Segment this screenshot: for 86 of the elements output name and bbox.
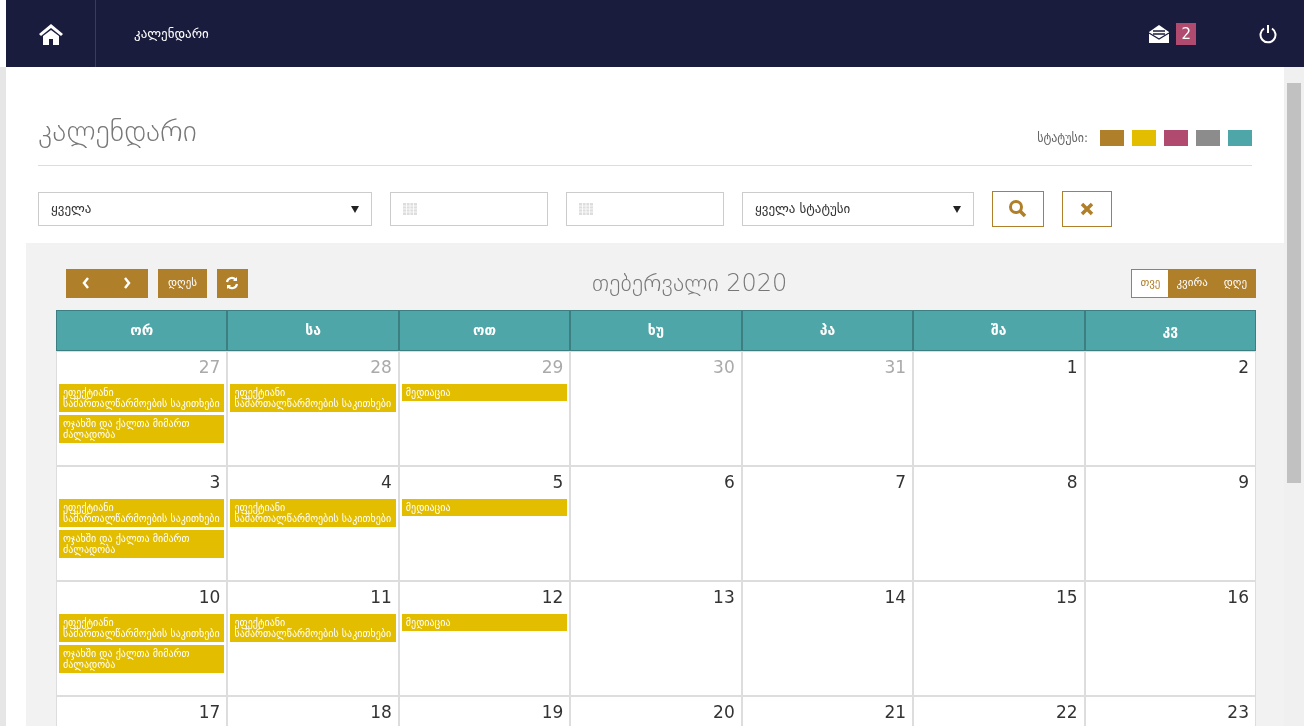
view-tab[interactable]: დღე — [1215, 269, 1255, 297]
calendar-icon — [579, 203, 593, 215]
day-number: 14 — [884, 586, 908, 609]
day-number: 12 — [541, 586, 565, 609]
day-number: 29 — [541, 356, 565, 379]
day-cell[interactable]: 15 — [913, 581, 1085, 696]
day-cell[interactable]: 5 მედიაცია — [398, 466, 571, 581]
day-number: 9 — [1238, 471, 1250, 494]
day-number: 11 — [370, 586, 393, 609]
day-cell[interactable]: 1 — [913, 351, 1085, 466]
dropdown-arrow-icon — [953, 205, 961, 213]
day-number: 8 — [1066, 471, 1079, 494]
dropdown-arrow-icon — [351, 205, 359, 213]
day-cell[interactable]: 12 მედიაცია — [398, 581, 571, 696]
day-number: 31 — [884, 356, 908, 379]
day-cell[interactable]: 7 — [741, 466, 914, 581]
status-select[interactable]: ყველა სტატუსი — [742, 192, 974, 226]
day-number: 18 — [370, 701, 393, 724]
day-cell[interactable]: 4 ეფექტიანი სამართალწარმოების საკითხები — [227, 466, 399, 581]
weekday-header: პა — [741, 310, 914, 351]
weekday-header: ხუ — [570, 310, 742, 351]
day-cell[interactable]: 18 — [227, 696, 399, 726]
day-number: 16 — [1227, 586, 1250, 609]
day-number: 6 — [723, 471, 736, 494]
day-cell[interactable]: 14 — [741, 581, 914, 696]
calendar-icon — [403, 203, 417, 215]
view-tab[interactable]: კვირა — [1168, 269, 1216, 297]
clear-button[interactable] — [1062, 191, 1112, 227]
day-number: 15 — [1055, 586, 1079, 609]
close-icon — [1080, 202, 1094, 216]
notification-badge: 2 — [1176, 22, 1196, 45]
day-number: 21 — [884, 701, 908, 724]
day-number: 13 — [713, 586, 736, 609]
category-select[interactable]: ყველა — [38, 192, 372, 226]
breadcrumb-link[interactable]: კალენდარი — [134, 23, 209, 44]
day-number: 4 — [381, 471, 393, 494]
day-cell[interactable]: 11 ეფექტიანი სამართალწარმოების საკითხები — [227, 581, 399, 696]
envelope-icon[interactable] — [1148, 24, 1171, 43]
search-button[interactable] — [992, 191, 1044, 227]
day-number: 17 — [198, 701, 222, 724]
search-icon — [1008, 199, 1028, 219]
day-cell[interactable]: 16 — [1084, 581, 1256, 696]
day-number: 2 — [1238, 356, 1250, 379]
day-number: 22 — [1055, 701, 1079, 724]
day-number: 30 — [713, 356, 736, 379]
refresh-icon — [225, 276, 240, 290]
status-label: სტატუსი: — [1037, 130, 1088, 147]
day-cell[interactable]: 6 — [570, 466, 742, 581]
day-cell[interactable]: 13 — [570, 581, 742, 696]
date-field[interactable] — [390, 192, 548, 226]
today-button[interactable]: დღეს — [158, 268, 207, 298]
chevron-left-icon — [82, 277, 90, 289]
weekday-header: ორ — [56, 310, 228, 351]
scrollbar[interactable] — [1284, 67, 1304, 726]
day-cell[interactable]: 17 — [56, 696, 228, 726]
weekday-header: შა — [913, 310, 1085, 351]
day-cell[interactable]: 2 — [1084, 351, 1256, 466]
day-number: 23 — [1227, 701, 1250, 724]
view-tab[interactable]: თვე — [1132, 269, 1169, 297]
date-field[interactable] — [566, 192, 724, 226]
day-cell[interactable]: 20 — [570, 696, 742, 726]
weekday-header: ოთ — [398, 310, 571, 351]
day-number: 5 — [552, 471, 565, 494]
day-number: 28 — [370, 356, 393, 379]
weekday-header: კვ — [1084, 310, 1256, 351]
day-cell[interactable]: 22 — [913, 696, 1085, 726]
select-value: ყველა — [51, 200, 92, 219]
day-number: 10 — [198, 586, 222, 609]
chevron-right-icon — [123, 277, 131, 289]
select-value: ყველა სტატუსი — [755, 200, 851, 219]
day-number: 27 — [198, 356, 222, 379]
day-cell[interactable]: 21 — [741, 696, 914, 726]
power-icon[interactable] — [1258, 23, 1278, 44]
weekday-header: სა — [227, 310, 399, 351]
day-number: 7 — [895, 471, 908, 494]
day-number: 3 — [209, 471, 222, 494]
day-cell[interactable]: 9 — [1084, 466, 1256, 581]
day-cell[interactable]: 19 — [398, 696, 571, 726]
day-number: 20 — [713, 701, 736, 724]
day-number: 1 — [1066, 356, 1079, 379]
day-cell[interactable]: 8 — [913, 466, 1085, 581]
day-cell[interactable]: 23 — [1084, 696, 1256, 726]
refresh-button[interactable] — [217, 268, 248, 298]
day-number: 19 — [541, 701, 565, 724]
month-title: თებერვალი 2020 — [592, 268, 788, 299]
page-title: კალენდარი — [38, 112, 197, 150]
